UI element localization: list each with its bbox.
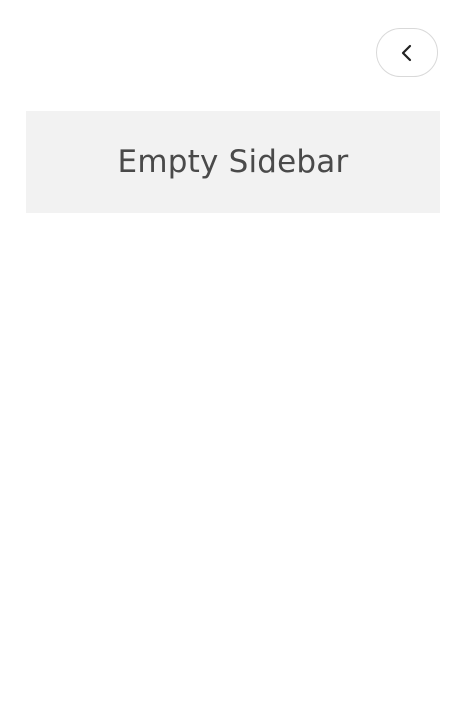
empty-sidebar-label: Empty Sidebar <box>117 144 349 180</box>
collapse-sidebar-button[interactable] <box>376 28 438 77</box>
sidebar-page: Empty Sidebar <box>0 0 466 714</box>
chevron-left-icon <box>400 44 414 62</box>
empty-sidebar-panel: Empty Sidebar <box>26 111 440 213</box>
